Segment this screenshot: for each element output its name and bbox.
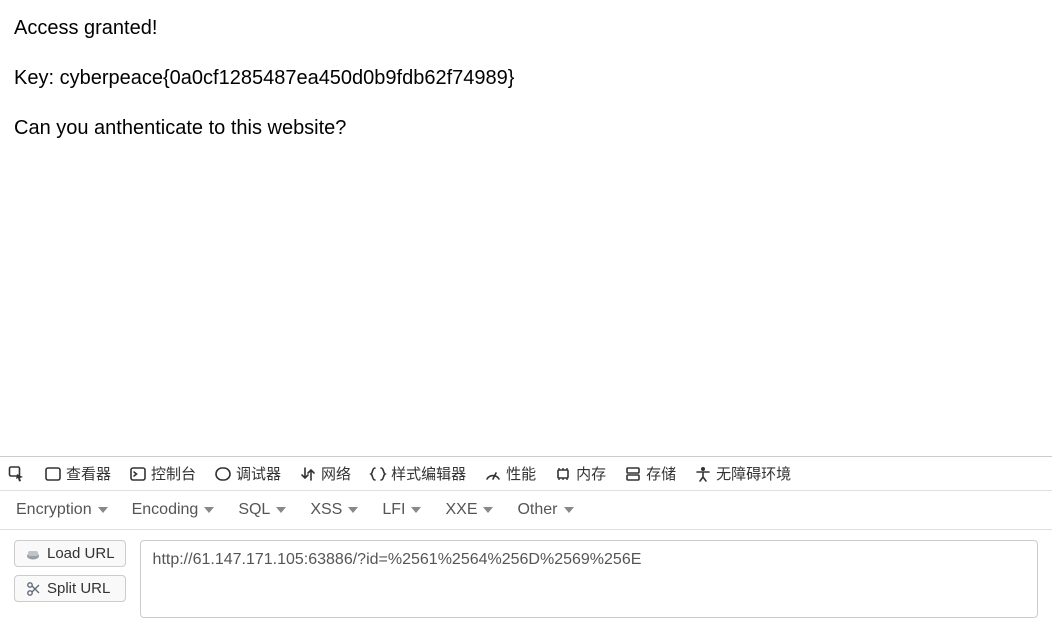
dropdown-sql[interactable]: SQL <box>238 501 286 519</box>
debugger-icon <box>214 465 232 483</box>
caret-down-icon <box>276 507 286 513</box>
load-url-button[interactable]: Load URL <box>14 540 126 567</box>
dropdown-label: Other <box>517 501 557 519</box>
dropdown-label: XSS <box>310 501 342 519</box>
dropdown-label: SQL <box>238 501 270 519</box>
storage-icon <box>624 465 642 483</box>
devtools-tabs: 查看器 控制台 调试器 网络 样式编辑器 <box>0 457 1052 491</box>
question-text: Can you anthenticate to this website? <box>14 114 1038 142</box>
tab-label: 无障碍环境 <box>716 463 791 484</box>
inspector-icon <box>44 465 62 483</box>
split-url-button[interactable]: Split URL <box>14 575 126 602</box>
tab-inspector[interactable]: 查看器 <box>44 463 111 484</box>
hackbar-toolbar: Encryption Encoding SQL XSS LFI XXE Othe… <box>0 491 1052 530</box>
dropdown-other[interactable]: Other <box>517 501 573 519</box>
caret-down-icon <box>483 507 493 513</box>
memory-icon <box>554 465 572 483</box>
tab-style-editor[interactable]: 样式编辑器 <box>369 463 466 484</box>
split-url-icon <box>25 581 41 597</box>
caret-down-icon <box>564 507 574 513</box>
tab-network[interactable]: 网络 <box>299 463 351 484</box>
dropdown-xxe[interactable]: XXE <box>445 501 493 519</box>
tab-label: 查看器 <box>66 463 111 484</box>
tab-performance[interactable]: 性能 <box>484 463 536 484</box>
devtools-panel: 查看器 控制台 调试器 网络 样式编辑器 <box>0 456 1052 628</box>
button-label: Load URL <box>47 545 115 562</box>
dropdown-label: Encoding <box>132 501 199 519</box>
caret-down-icon <box>348 507 358 513</box>
caret-down-icon <box>98 507 108 513</box>
tab-label: 网络 <box>321 463 351 484</box>
page-content: Access granted! Key: cyberpeace{0a0cf128… <box>0 0 1052 178</box>
tab-label: 存储 <box>646 463 676 484</box>
tab-label: 性能 <box>506 463 536 484</box>
element-picker-icon <box>8 465 26 483</box>
tab-storage[interactable]: 存储 <box>624 463 676 484</box>
tab-accessibility[interactable]: 无障碍环境 <box>694 463 791 484</box>
load-url-icon <box>25 546 41 562</box>
dropdown-xss[interactable]: XSS <box>310 501 358 519</box>
url-input[interactable]: http://61.147.171.105:63886/?id=%2561%25… <box>140 540 1038 618</box>
url-value: http://61.147.171.105:63886/?id=%2561%25… <box>153 551 642 568</box>
dropdown-label: Encryption <box>16 501 92 519</box>
key-text: Key: cyberpeace{0a0cf1285487ea450d0b9fdb… <box>14 64 1038 92</box>
dropdown-lfi[interactable]: LFI <box>382 501 421 519</box>
network-icon <box>299 465 317 483</box>
tab-label: 内存 <box>576 463 606 484</box>
dropdown-encryption[interactable]: Encryption <box>16 501 108 519</box>
tab-label: 样式编辑器 <box>391 463 466 484</box>
caret-down-icon <box>411 507 421 513</box>
url-buttons: Load URL Split URL <box>14 540 126 602</box>
tab-label: 控制台 <box>151 463 196 484</box>
dropdown-label: LFI <box>382 501 405 519</box>
url-section: Load URL Split URL http://61.147.171.105… <box>0 530 1052 628</box>
style-editor-icon <box>369 465 387 483</box>
access-granted-text: Access granted! <box>14 14 1038 42</box>
tab-debugger[interactable]: 调试器 <box>214 463 281 484</box>
tab-label: 调试器 <box>236 463 281 484</box>
button-label: Split URL <box>47 580 110 597</box>
console-icon <box>129 465 147 483</box>
tab-memory[interactable]: 内存 <box>554 463 606 484</box>
dropdown-encoding[interactable]: Encoding <box>132 501 215 519</box>
caret-down-icon <box>204 507 214 513</box>
accessibility-icon <box>694 465 712 483</box>
tab-picker[interactable] <box>8 465 26 483</box>
dropdown-label: XXE <box>445 501 477 519</box>
tab-console[interactable]: 控制台 <box>129 463 196 484</box>
performance-icon <box>484 465 502 483</box>
